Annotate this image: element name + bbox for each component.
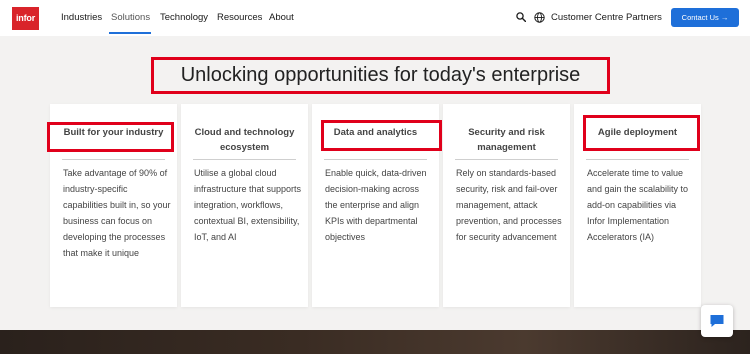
top-navigation-bar: infor Industries Solutions Technology Re… [0,0,750,36]
globe-icon[interactable] [534,12,545,23]
feature-card-cloud-ecosystem: Cloud and technology ecosystem Utilise a… [181,104,308,307]
active-nav-indicator [109,32,151,34]
card-divider [324,159,427,160]
nav-item-about[interactable]: About [269,12,294,23]
chat-icon [710,315,724,327]
card-divider [193,159,296,160]
card-description: Enable quick, data-driven decision-makin… [325,168,427,242]
card-title: Security and risk management [468,127,545,153]
card-title: Cloud and technology ecosystem [194,127,295,153]
nav-item-technology[interactable]: Technology [160,12,208,23]
card-divider [455,159,558,160]
section-title: Unlocking opportunities for today's ente… [151,57,610,94]
contact-us-button[interactable]: Contact Us → [671,8,739,27]
card-description: Accelerate time to value and gain the sc… [587,168,689,242]
infor-logo[interactable]: infor [12,7,39,30]
highlight-box [321,120,442,151]
card-description: Utilise a global cloud infrastructure th… [194,168,302,242]
card-divider [62,159,165,160]
highlight-box [47,122,174,152]
card-divider [586,159,689,160]
chat-button[interactable] [701,305,733,337]
nav-item-industries[interactable]: Industries [61,12,102,23]
nav-item-resources[interactable]: Resources [217,12,262,23]
nav-item-solutions[interactable]: Solutions [111,12,150,23]
search-icon[interactable] [516,12,526,22]
customer-centre-link[interactable]: Customer Centre [551,12,623,23]
partners-link[interactable]: Partners [626,12,662,23]
hero-image-strip [0,330,750,354]
feature-card-security-risk: Security and risk management Rely on sta… [443,104,570,307]
card-description: Rely on standards-based security, risk a… [456,168,562,242]
highlight-box [583,115,700,151]
card-description: Take advantage of 90% of industry-specif… [63,168,171,258]
